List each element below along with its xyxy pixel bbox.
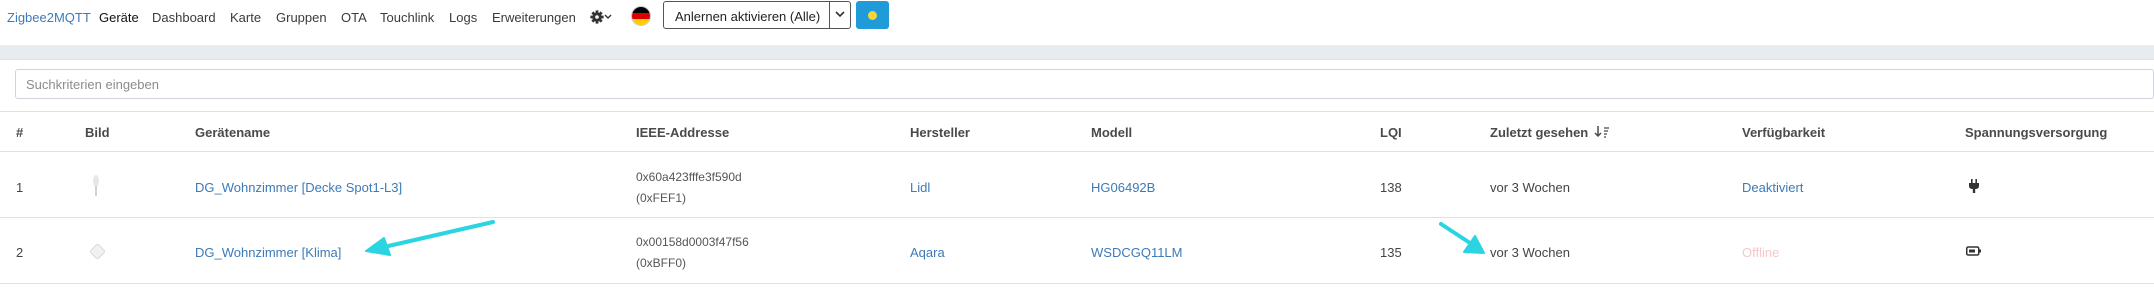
header-bottom-border xyxy=(0,151,2154,152)
brand-link[interactable]: Zigbee2MQTT xyxy=(7,10,91,25)
search-field[interactable] xyxy=(15,69,2154,99)
sun-icon xyxy=(868,11,877,20)
row-number: 1 xyxy=(16,180,24,195)
col-lqi[interactable]: LQI xyxy=(1380,125,1402,140)
nav-dashboard[interactable]: Dashboard xyxy=(152,10,216,25)
theme-toggle-button[interactable] xyxy=(856,1,889,29)
model-link[interactable]: HG06492B xyxy=(1091,180,1155,195)
col-device-name[interactable]: Gerätename xyxy=(195,125,270,140)
row-number: 2 xyxy=(16,245,24,260)
nav-map[interactable]: Karte xyxy=(230,10,261,25)
lqi-value: 138 xyxy=(1380,180,1402,195)
col-model[interactable]: Modell xyxy=(1091,125,1132,140)
navbar: Zigbee2MQTT Geräte Dashboard Karte Grupp… xyxy=(0,0,2154,34)
device-name-link[interactable]: DG_Wohnzimmer [Klima] xyxy=(195,245,341,260)
nav-logs[interactable]: Logs xyxy=(449,10,477,25)
last-seen-value: vor 3 Wochen xyxy=(1490,245,1570,260)
nav-touchlink[interactable]: Touchlink xyxy=(380,10,434,25)
last-seen-value: vor 3 Wochen xyxy=(1490,180,1570,195)
table-top-border xyxy=(0,111,2154,112)
network-address: (0xFEF1) xyxy=(636,191,687,205)
nav-groups[interactable]: Gruppen xyxy=(276,10,327,25)
sort-descending-icon xyxy=(1594,126,1609,138)
manufacturer-link[interactable]: Aqara xyxy=(910,245,945,260)
ieee-address: 0x60a423fffe3f590d xyxy=(636,170,742,184)
model-link[interactable]: WSDCGQ11LM xyxy=(1091,245,1183,260)
device-name-link[interactable]: DG_Wohnzimmer [Decke Spot1-L3] xyxy=(195,180,402,195)
battery-icon xyxy=(1966,246,1981,256)
col-ieee-address[interactable]: IEEE-Addresse xyxy=(636,125,729,140)
nav-ota[interactable]: OTA xyxy=(341,10,367,25)
settings-gear-icon[interactable] xyxy=(590,8,612,26)
lqi-value: 135 xyxy=(1380,245,1402,260)
chevron-down-icon xyxy=(835,11,845,18)
col-image: Bild xyxy=(85,125,110,140)
page-separator xyxy=(0,45,2154,59)
permit-join-label: Anlernen aktivieren (Alle) xyxy=(675,9,821,24)
table-bottom-border xyxy=(0,283,2154,284)
network-address: (0xBFF0) xyxy=(636,256,687,270)
row-divider xyxy=(0,217,2154,218)
ieee-address: 0x00158d0003f47f56 xyxy=(636,235,749,249)
col-availability[interactable]: Verfügbarkeit xyxy=(1742,125,1825,140)
language-flag-de-icon[interactable] xyxy=(631,6,651,26)
device-image xyxy=(90,244,105,259)
col-last-seen-label: Zuletzt gesehen xyxy=(1490,125,1589,140)
nav-devices[interactable]: Geräte xyxy=(99,10,139,25)
col-power-source[interactable]: Spannungsversorgung xyxy=(1965,125,2107,140)
plug-icon xyxy=(1969,179,1979,193)
search-input[interactable] xyxy=(16,70,2153,98)
col-manufacturer[interactable]: Hersteller xyxy=(910,125,970,140)
availability-status[interactable]: Offline xyxy=(1742,245,1779,260)
col-last-seen[interactable]: Zuletzt gesehen xyxy=(1490,125,1610,140)
device-image xyxy=(93,175,99,196)
col-number: # xyxy=(16,125,24,140)
manufacturer-link[interactable]: Lidl xyxy=(910,180,930,195)
availability-status[interactable]: Deaktiviert xyxy=(1742,180,1803,195)
permit-join-dropdown-toggle[interactable] xyxy=(829,2,850,28)
permit-join-button[interactable]: Anlernen aktivieren (Alle) xyxy=(663,1,851,29)
nav-extensions[interactable]: Erweiterungen xyxy=(492,10,576,25)
